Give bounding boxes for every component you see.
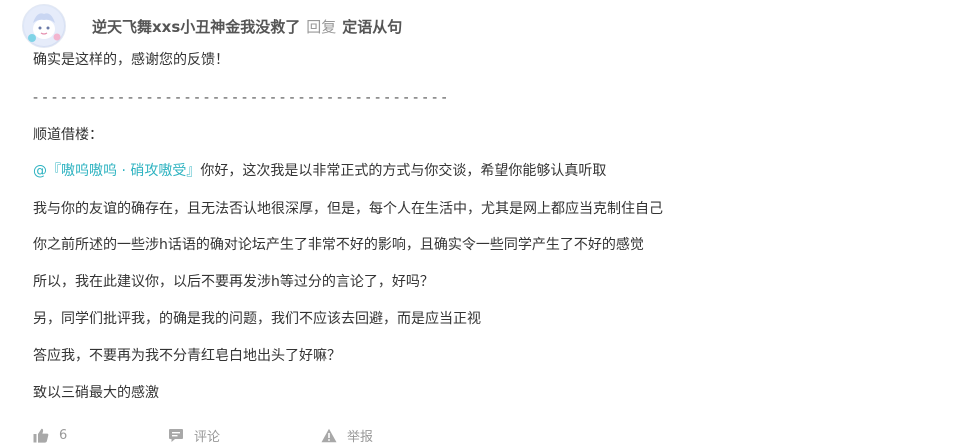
body-line: 顺道借楼： — [33, 127, 103, 143]
reply-label: 回复 — [306, 17, 337, 36]
like-count: 6 — [59, 427, 68, 443]
comment-button[interactable]: 评论 — [168, 426, 321, 445]
body-line-text: 你好，这次我是以非常正式的方式与你交谈，希望你能够认真听取 — [200, 163, 607, 179]
thumbs-up-icon — [33, 428, 49, 443]
body-line: 致以三硝最大的感激 — [33, 385, 159, 401]
user-mention-link[interactable]: @『嗷呜嗷呜 · 硝攻嗷受』 — [33, 163, 200, 179]
author-name[interactable]: 逆天飞舞xxs小丑神金我没救了 — [92, 16, 300, 37]
body-line: 你之前所述的一些涉h话语的确对论坛产生了非常不好的影响，且确实令一些同学产生了不… — [33, 237, 644, 253]
comment-bubble-icon — [169, 428, 183, 442]
comment-label: 评论 — [194, 429, 221, 445]
body-line: 确实是这样的，感谢您的反馈！ — [33, 52, 229, 68]
avatar[interactable] — [22, 4, 66, 48]
divider-line: - - - - - - - - - - - - - - - - - - - - … — [33, 90, 447, 106]
body-line: 我与你的友谊的确存在，且无法否认地很深厚，但是，每个人在生活中，尤其是网上都应当… — [33, 201, 663, 217]
body-line: 答应我，不要再为我不分青红皂白地出头了好嘛？ — [33, 348, 341, 364]
report-label: 举报 — [347, 429, 374, 445]
comment-header: 逆天飞舞xxs小丑神金我没救了 回复 定语从句 — [22, 4, 402, 48]
warning-triangle-icon — [321, 428, 337, 442]
report-button[interactable]: 举报 — [321, 426, 373, 445]
avatar-illustration — [24, 6, 64, 46]
body-line: 另，同学们批评我，的确是我的问题，我们不应该去回避，而是应当正视 — [33, 311, 481, 327]
reply-target-user[interactable]: 定语从句 — [342, 16, 402, 37]
comment-actions: 6 评论 举报 — [33, 425, 373, 445]
like-button[interactable]: 6 — [33, 428, 168, 443]
mention-line: @『嗷呜嗷呜 · 硝攻嗷受』你好，这次我是以非常正式的方式与你交谈，希望你能够认… — [33, 161, 606, 181]
body-line: 所以，我在此建议你，以后不要再发涉h等过分的言论了，好吗？ — [33, 274, 434, 290]
